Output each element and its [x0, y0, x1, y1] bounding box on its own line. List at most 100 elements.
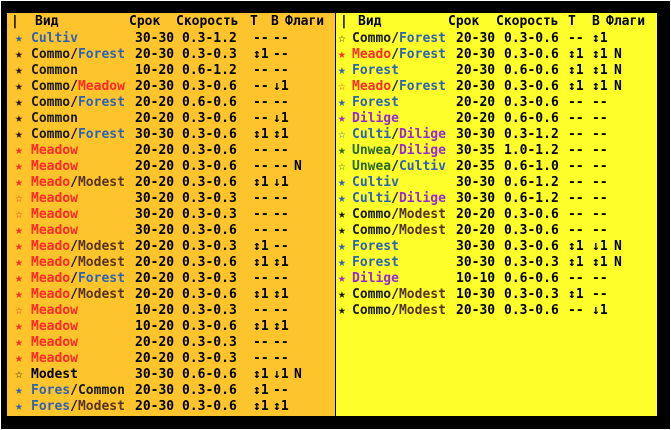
plant-name: Meadow: [31, 351, 78, 367]
plant-name-part: Common: [31, 63, 78, 78]
v-cell: --: [273, 143, 289, 158]
term-cell: 20-20: [135, 143, 175, 158]
v-cell: ↕1: [273, 127, 289, 142]
table-row[interactable]: ☆ Commo/Forest 20-30 0.3-0.6 -- ↕1: [336, 31, 657, 47]
table-row[interactable]: ★ Meadow 20-20 0.3-0.3 -- --: [7, 335, 335, 351]
plant-name: Meadow: [31, 303, 78, 319]
term-cell: 30-20: [135, 223, 175, 238]
v-cell: --: [273, 191, 289, 206]
star-outline-icon: ☆: [338, 79, 346, 94]
star-icon: ★: [338, 303, 346, 318]
left-header: | Вид Срок Скорость T В Флаги: [7, 13, 335, 31]
table-row[interactable]: ★ Commo/Forest 20-30 0.3-0.3 ↕1 --: [7, 47, 335, 63]
plant-name: Meadow: [31, 319, 78, 335]
col-name: Вид: [358, 14, 382, 29]
table-row[interactable]: ★ Fores/Common 20-30 0.3-0.6 ↕1 --: [7, 383, 335, 399]
plant-name: Fores/Modest: [31, 399, 125, 415]
plant-name-part: Unwea: [352, 143, 392, 158]
table-row[interactable]: ★ Meadow 20-20 0.3-0.3 -- --: [7, 351, 335, 367]
star-icon: ★: [15, 31, 23, 46]
speed-cell: 0.3-0.6: [504, 47, 559, 62]
table-row[interactable]: ☆ Meado/Forest 20-30 0.3-0.6 ↕1 ↕1 N: [336, 79, 657, 95]
table-row[interactable]: ★ Meadow 30-20 0.3-0.6 -- --: [7, 223, 335, 239]
v-cell: --: [273, 239, 289, 254]
table-row[interactable]: ★ Meado/Modest 20-20 0.3-0.6 ↕1 ↓1: [7, 175, 335, 191]
t-cell: --: [568, 143, 584, 158]
star-icon: ★: [15, 255, 23, 270]
plant-name-part: Meadow: [31, 207, 78, 222]
table-row[interactable]: ★ Meadow 10-20 0.3-0.6 ↕1 ↕1: [7, 319, 335, 335]
table-row[interactable]: ★ Dilige 10-10 0.6-0.6 -- --: [336, 271, 657, 287]
table-row[interactable]: ★ Culti/Dilige 30-30 0.6-1.2 -- --: [336, 191, 657, 207]
plant-name-part: Meado: [31, 271, 71, 286]
term-cell: 20-30: [135, 399, 175, 414]
table-row[interactable]: ☆ Meadow 30-20 0.3-0.3 -- --: [7, 191, 335, 207]
plant-name: Meado/Forest: [352, 47, 446, 63]
table-row[interactable]: ★ Commo/Forest 20-20 0.6-0.6 -- --: [7, 95, 335, 111]
plant-name-part: /: [391, 127, 399, 142]
table-row[interactable]: ☆ Meadow 10-20 0.3-0.3 -- --: [7, 303, 335, 319]
plant-name-part: Dilige: [352, 271, 399, 286]
table-row[interactable]: ★ Dilige 20-20 0.6-0.6 -- --: [336, 111, 657, 127]
table-row[interactable]: ★ Forest 30-30 0.3-0.3 ↕1 ↕1 N: [336, 255, 657, 271]
table-row[interactable]: ★ Meado/Forest 20-30 0.3-0.6 ↕1 ↕1 N: [336, 47, 657, 63]
table-row[interactable]: ★ Commo/Modest 20-20 0.3-0.6 -- --: [336, 223, 657, 239]
speed-cell: 0.6-1.2: [182, 63, 237, 78]
speed-cell: 0.6-0.6: [182, 367, 237, 382]
left-plant-list[interactable]: | Вид Срок Скорость T В Флаги ★ Cultiv 30-…: [7, 13, 335, 416]
table-row[interactable]: ★ Common 20-20 0.3-0.6 -- ↓1: [7, 111, 335, 127]
plant-name-part: /: [70, 287, 78, 302]
star-icon: ★: [15, 271, 23, 286]
table-row[interactable]: ★ Common 10-20 0.6-1.2 -- --: [7, 63, 335, 79]
table-row[interactable]: ★ Meado/Forest 20-20 0.3-0.3 -- --: [7, 271, 335, 287]
speed-cell: 0.3-0.6: [504, 31, 559, 46]
table-row[interactable]: ★ Cultiv 30-30 0.3-1.2 -- --: [7, 31, 335, 47]
speed-cell: 0.6-0.6: [504, 271, 559, 286]
t-cell: --: [253, 223, 269, 238]
t-cell: --: [568, 127, 584, 142]
table-row[interactable]: ★ Meado/Modest 20-20 0.3-0.6 ↕1 ↕1: [7, 255, 335, 271]
flags-cell: N: [614, 255, 622, 270]
plant-name-part: Modest: [77, 239, 125, 254]
plant-name-part: Commo: [352, 31, 392, 46]
v-cell: --: [592, 127, 608, 142]
t-cell: ↕1: [253, 175, 269, 190]
table-row[interactable]: ★ Commo/Modest 20-20 0.3-0.6 -- --: [336, 207, 657, 223]
table-row[interactable]: ☆ Modest 30-30 0.6-0.6 ↕1 ↓1 N: [7, 367, 335, 383]
table-row[interactable]: ★ Meado/Modest 20-20 0.3-0.6 ↕1 ↕1: [7, 287, 335, 303]
table-row[interactable]: ☆ Meadow 30-20 0.3-0.3 -- --: [7, 207, 335, 223]
plant-name: Forest: [352, 95, 399, 111]
plant-name-part: /: [391, 191, 399, 206]
table-row[interactable]: ★ Meadow 20-20 0.3-0.6 -- --: [7, 143, 335, 159]
table-row[interactable]: ★ Commo/Forest 30-30 0.3-0.6 ↕1 ↕1: [7, 127, 335, 143]
table-row[interactable]: ★ Forest 30-30 0.3-0.6 ↕1 ↓1 N: [336, 239, 657, 255]
plant-name-part: Forest: [398, 31, 446, 46]
star-icon: ★: [15, 63, 23, 78]
v-cell: ↕1: [273, 319, 289, 334]
plant-name-part: Forest: [398, 79, 446, 94]
table-row[interactable]: ★ Forest 20-20 0.3-0.6 -- --: [336, 95, 657, 111]
plant-name: Meado/Forest: [352, 79, 446, 95]
table-row[interactable]: ★ Meado/Modest 20-20 0.3-0.3 ↕1 --: [7, 239, 335, 255]
speed-cell: 0.3-1.2: [182, 31, 237, 46]
table-row[interactable]: ★ Cultiv 30-30 0.6-1.2 -- --: [336, 175, 657, 191]
table-row[interactable]: ★ Commo/Modest 10-30 0.3-0.3 ↕1 --: [336, 287, 657, 303]
table-row[interactable]: ★ Fores/Modest 20-30 0.3-0.6 ↕1 ↕1: [7, 399, 335, 415]
plant-name: Commo/Forest: [352, 31, 446, 47]
star-icon: ★: [338, 287, 346, 302]
table-row[interactable]: ★ Commo/Modest 20-30 0.3-0.6 -- ↓1: [336, 303, 657, 319]
table-row[interactable]: ★ Meadow 20-20 0.3-0.6 -- -- N: [7, 159, 335, 175]
table-row[interactable]: ☆ Culti/Dilige 30-30 0.3-1.2 -- --: [336, 127, 657, 143]
plant-name: Meadow: [31, 335, 78, 351]
speed-cell: 0.3-0.3: [504, 255, 559, 270]
table-row[interactable]: ★ Commo/Meadow 20-30 0.3-0.6 -- ↓1: [7, 79, 335, 95]
v-cell: ↕1: [273, 255, 289, 270]
right-plant-list[interactable]: | Вид Срок Скорость T В Флаги ☆ Commo/For…: [336, 13, 657, 416]
term-cell: 20-20: [456, 95, 496, 110]
plant-name-part: Modest: [398, 287, 446, 302]
table-row[interactable]: ☆ Unwea/Cultiv 20-35 0.6-1.0 -- --: [336, 159, 657, 175]
star-icon: ★: [338, 111, 346, 126]
plant-name-part: /: [70, 239, 78, 254]
table-row[interactable]: ★ Unwea/Dilige 30-35 1.0-1.2 -- --: [336, 143, 657, 159]
table-row[interactable]: ★ Forest 20-30 0.6-0.6 ↕1 ↕1 N: [336, 63, 657, 79]
